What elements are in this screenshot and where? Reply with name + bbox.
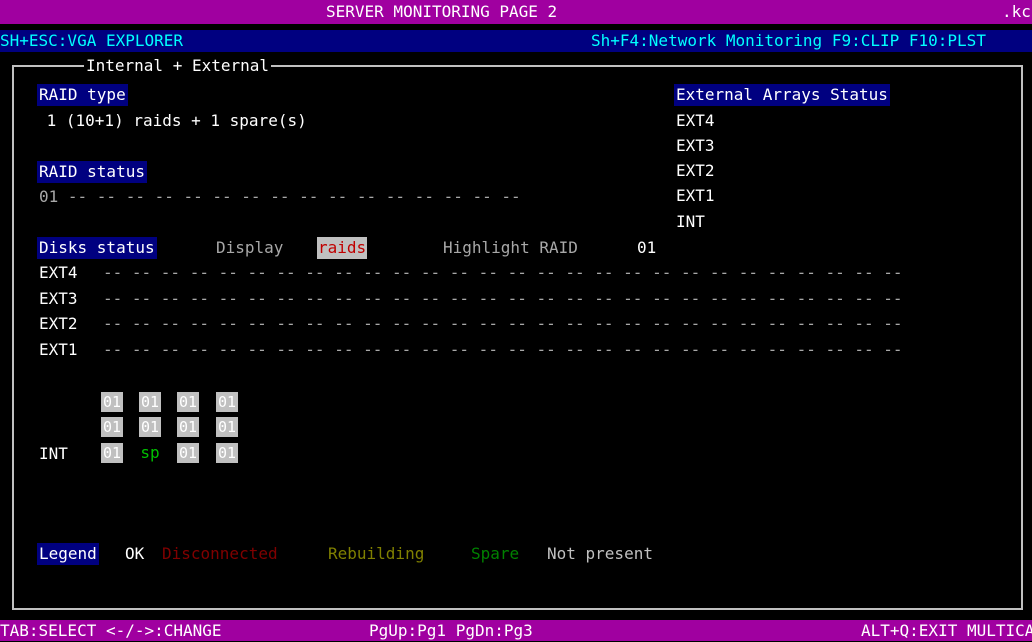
title-bar: SERVER MONITORING PAGE 2 .kc [0, 0, 1032, 24]
vga-explorer-hotkey[interactable]: SH+ESC:VGA EXPLORER [0, 30, 183, 52]
int-disk-cell[interactable]: 01 [177, 417, 199, 437]
highlight-label: Highlight RAID [443, 238, 578, 257]
external-array-item: EXT2 [676, 161, 715, 180]
external-arrays-header: External Arrays Status [674, 84, 890, 106]
display-label: Display [216, 238, 284, 257]
legend-spare: Spare [471, 544, 520, 563]
highlight-raid-value[interactable]: 01 [637, 237, 656, 259]
legend-ok: OK [125, 544, 145, 563]
int-disk-cell[interactable]: 01 [216, 392, 238, 412]
paging-hotkeys[interactable]: PgUp:Pg1 PgDn:Pg3 [369, 620, 533, 642]
external-array-item: INT [676, 212, 705, 231]
raid-type-value: 1 (10+1) raids + 1 spare(s) [37, 111, 307, 130]
int-disk-cell[interactable]: 01 [101, 392, 123, 412]
hotkey-bar: SH+ESC:VGA EXPLORER Sh+F4:Network Monito… [0, 30, 1032, 52]
legend-rebuilding: Rebuilding [328, 544, 425, 563]
raid-type-header: RAID type [37, 84, 128, 106]
int-spare-disk-cell[interactable]: sp [139, 443, 161, 463]
footer-bar: TAB:SELECT <-/->:CHANGE PgUp:Pg1 PgDn:Pg… [0, 620, 1032, 641]
int-disk-cell[interactable]: 01 [216, 443, 238, 463]
disk-row-slots: -- -- -- -- -- -- -- -- -- -- -- -- -- -… [103, 289, 903, 308]
int-disk-cell[interactable]: 01 [101, 417, 123, 437]
disk-row-slots: -- -- -- -- -- -- -- -- -- -- -- -- -- -… [103, 263, 903, 282]
int-disk-cell[interactable]: 01 [216, 417, 238, 437]
disk-row-slots: -- -- -- -- -- -- -- -- -- -- -- -- -- -… [103, 314, 903, 333]
monitor-frame [12, 65, 1023, 610]
raid-status-header: RAID status [37, 161, 147, 183]
function-hotkeys[interactable]: Sh+F4:Network Monitoring F9:CLIP F10:PLS… [591, 30, 986, 52]
external-array-item: EXT4 [676, 111, 715, 130]
int-disk-cell[interactable]: 01 [139, 417, 161, 437]
disk-row-label: EXT2 [39, 314, 78, 333]
select-change-hotkeys[interactable]: TAB:SELECT <-/->:CHANGE [0, 620, 222, 642]
int-disk-cell[interactable]: 01 [101, 443, 123, 463]
title-suffix: .kc [1002, 2, 1031, 21]
legend-label: Legend [37, 543, 99, 565]
legend-not-present: Not present [547, 544, 653, 563]
disk-row-slots: -- -- -- -- -- -- -- -- -- -- -- -- -- -… [103, 340, 903, 359]
int-disk-cell[interactable]: 01 [177, 443, 199, 463]
disk-row-label: EXT3 [39, 289, 78, 308]
external-array-item: EXT1 [676, 186, 715, 205]
display-mode-selector[interactable]: raids [317, 237, 368, 259]
raid-status-value: 01 -- -- -- -- -- -- -- -- -- -- -- -- -… [39, 187, 521, 206]
external-array-item: EXT3 [676, 136, 715, 155]
disk-row-label: EXT4 [39, 263, 78, 282]
exit-hotkey[interactable]: ALT+Q:EXIT MULTICAM [861, 620, 1032, 642]
frame-label: Internal + External [84, 55, 272, 77]
disks-status-header: Disks status [37, 237, 157, 259]
legend-disconnected: Disconnected [162, 544, 278, 563]
int-disk-cell[interactable]: 01 [177, 392, 199, 412]
int-disk-cell[interactable]: 01 [139, 392, 161, 412]
int-row-label: INT [39, 444, 68, 463]
page-title: SERVER MONITORING PAGE 2 [326, 2, 558, 21]
disk-row-label: EXT1 [39, 340, 78, 359]
